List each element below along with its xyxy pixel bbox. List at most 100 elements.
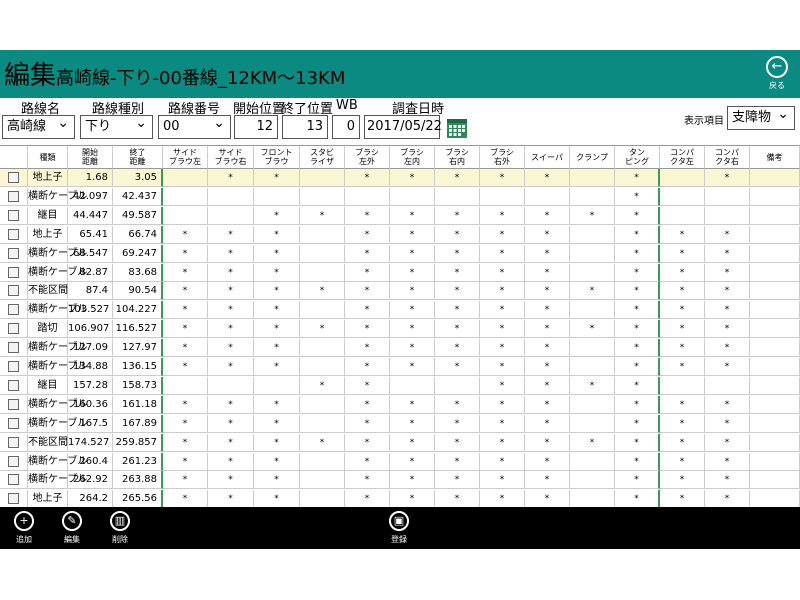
cell-mark [254,187,300,206]
cell-start-distance: 42.097 [68,187,113,206]
column-header[interactable]: ブラシ 右外 [480,145,525,169]
cell-mark: * [345,414,390,433]
row-checkbox[interactable] [8,417,19,429]
back-button[interactable]: ← 戻る [762,56,792,91]
cell-mark: * [705,471,750,490]
table-row[interactable]: 継目 157.28 158.73 * * * * * * [0,376,800,395]
row-checkbox[interactable] [8,304,19,316]
cell-mark [570,301,615,320]
edit-button[interactable]: ✎ 編集 [52,511,92,545]
cell-mark: * [254,452,300,471]
table-row[interactable]: 横断ケーブル 82.87 83.68 * * * * * * * * * * * [0,263,800,282]
table-row[interactable]: 横断ケーブル 42.097 42.437 * [0,187,800,206]
wb-input[interactable]: 0 [332,115,360,139]
cell-mark: * [163,282,208,301]
table-row[interactable]: 地上子 1.68 3.05 * * * * * * * * * [0,169,800,187]
cell-remarks [750,206,800,225]
table-row[interactable]: 横断ケーブル 103.527 104.227 * * * * * * * * * * * [0,301,800,320]
column-header[interactable]: フロント ブラウ [254,145,300,169]
route-number-select[interactable]: 00 [158,112,231,139]
row-checkbox[interactable] [8,190,19,202]
cell-end-distance: 127.97 [113,339,163,358]
table-row[interactable]: 横断ケーブル 260.4 261.23 * * * * * * * * * * * [0,452,800,471]
row-checkbox[interactable] [8,436,19,448]
cell-start-distance: 87.4 [68,282,113,301]
route-type-select[interactable]: 下り [80,112,153,139]
table-row[interactable]: 横断ケーブル 160.36 161.18 * * * * * * * * * * * [0,395,800,414]
column-header[interactable]: ブラシ 左内 [390,145,435,169]
column-header[interactable]: 備考 [750,145,800,169]
cell-start-distance: 174.527 [68,433,113,452]
cell-start-distance: 106.907 [68,320,113,339]
table-row[interactable]: 横断ケーブル 134.88 136.15 * * * * * * * * * * * [0,358,800,376]
row-checkbox[interactable] [8,361,19,372]
column-header[interactable]: スタビ ライザ [300,145,345,169]
column-header[interactable]: 種類 [28,145,68,169]
table-row[interactable]: 地上子 264.2 265.56 * * * * * * * * * * * [0,490,800,509]
row-checkbox[interactable] [8,493,19,505]
register-button[interactable]: ▣ 登録 [379,511,419,545]
cell-start-distance: 260.4 [68,452,113,471]
table-row[interactable]: 横断ケーブル 68.547 69.247 * * * * * * * * * * * [0,244,800,263]
row-checkbox[interactable] [8,172,19,183]
start-position-input[interactable]: 12 [234,115,278,139]
cell-mark: * [435,395,480,414]
row-checkbox[interactable] [8,379,19,391]
column-header[interactable]: サイド ブラウ右 [208,145,254,169]
cell-mark: * [480,433,525,452]
cell-mark [300,263,345,282]
row-checkbox[interactable] [8,323,19,335]
table-row[interactable]: 不能区間 174.527 259.857 * * * * * * * * * * * * * [0,433,800,452]
row-select-cell [0,358,28,376]
table-row[interactable]: 踏切 106.907 116.527 * * * * * * * * * * * * * [0,320,800,339]
column-header[interactable]: サイド ブラウ左 [163,145,208,169]
column-header[interactable]: コンパ クタ左 [660,145,705,169]
route-name-select[interactable]: 高崎線 [2,112,75,139]
row-select-cell [0,169,28,187]
cell-mark: * [705,395,750,414]
column-header[interactable]: ブラシ 左外 [345,145,390,169]
cell-mark: * [705,301,750,320]
end-position-input[interactable]: 13 [282,115,328,139]
row-checkbox[interactable] [8,266,19,278]
row-checkbox[interactable] [8,342,19,354]
column-header[interactable]: ブラシ 右内 [435,145,480,169]
cell-mark: * [345,358,390,376]
cell-type: 継目 [28,206,68,225]
column-header[interactable]: 開始 距離 [68,145,113,169]
row-checkbox[interactable] [8,209,19,221]
table-row[interactable]: 継目 44.447 49.587 * * * * * * * * * [0,206,800,225]
column-header[interactable]: タン ピング [615,145,660,169]
table-row[interactable]: 横断ケーブル 262.92 263.88 * * * * * * * * * * * [0,471,800,490]
add-button[interactable]: + 追加 [4,511,44,545]
cell-remarks [750,414,800,433]
cell-mark [660,206,705,225]
calendar-icon[interactable] [446,117,468,139]
table-row[interactable]: 横断ケーブル 167.5 167.89 * * * * * * * * * * * [0,414,800,433]
cell-mark: * [435,433,480,452]
column-header[interactable]: コンパ クタ右 [705,145,750,169]
row-checkbox[interactable] [8,285,19,297]
delete-button[interactable]: ▥ 削除 [100,511,140,545]
column-header[interactable]: 終了 距離 [113,145,163,169]
edit-label: 編集 [64,535,80,544]
cell-mark: * [208,433,254,452]
column-header[interactable]: スイーパ [525,145,570,169]
table-row[interactable]: 横断ケーブル 127.09 127.97 * * * * * * * * * * * [0,339,800,358]
cell-mark: * [660,225,705,244]
table-row[interactable]: 不能区間 87.4 90.54 * * * * * * * * * * * * * [0,282,800,301]
table-row[interactable]: 地上子 65.41 66.74 * * * * * * * * * * * [0,225,800,244]
row-select-cell [0,414,28,433]
cell-mark [300,339,345,358]
cell-end-distance: 116.527 [113,320,163,339]
row-checkbox[interactable] [8,455,19,467]
row-checkbox[interactable] [8,398,19,410]
display-item-select[interactable]: 支障物 [727,103,795,130]
cell-mark: * [345,376,390,395]
survey-date-input[interactable]: 2017/05/22 [364,115,442,139]
row-checkbox[interactable] [8,228,19,240]
column-header[interactable]: クランプ [570,145,615,169]
row-checkbox[interactable] [8,247,19,259]
row-checkbox[interactable] [8,474,19,486]
cell-end-distance: 167.89 [113,414,163,433]
